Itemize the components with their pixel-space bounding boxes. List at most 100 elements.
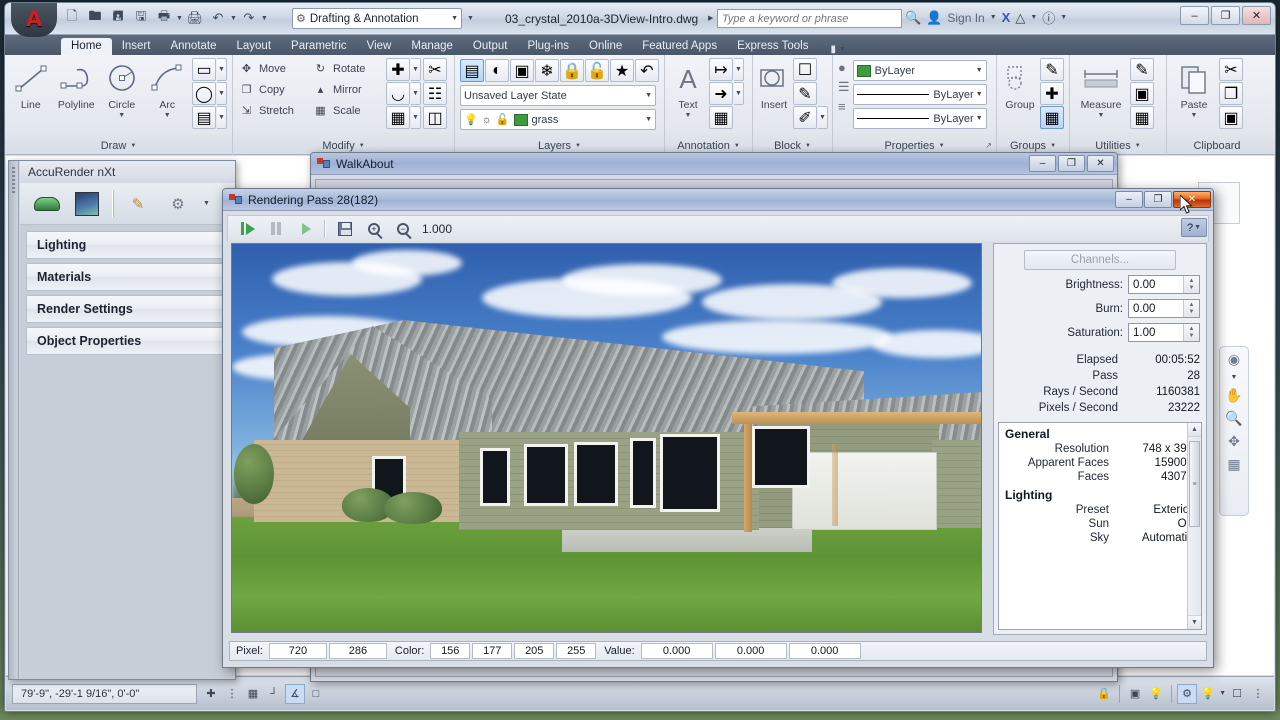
- trim-dropdown-icon[interactable]: ▼: [411, 58, 421, 81]
- binoculars-search-icon[interactable]: 🔍: [905, 10, 921, 26]
- panel-draw-title-bar[interactable]: Draw ▼: [5, 137, 232, 154]
- saturation-stepper[interactable]: 1.00 ▲▼: [1128, 323, 1200, 342]
- array-dropdown-icon[interactable]: ▼: [411, 106, 421, 129]
- section-lighting[interactable]: Lighting: [26, 231, 229, 259]
- hatch-dropdown-icon[interactable]: ▼: [217, 106, 227, 129]
- document-menu-icon[interactable]: ▶: [708, 14, 713, 22]
- layer-thaw-sun-icon[interactable]: ☼: [482, 114, 492, 126]
- text-dropdown-icon[interactable]: ▼: [685, 112, 692, 119]
- render-help-button[interactable]: ? ▼: [1181, 218, 1207, 237]
- chevron-down-icon[interactable]: ▼: [974, 115, 983, 122]
- copy-with-basepoint-icon[interactable]: ▣: [1219, 106, 1243, 129]
- chevron-down-icon[interactable]: ▼: [974, 67, 983, 74]
- chevron-down-icon[interactable]: ▼: [734, 143, 740, 149]
- tree-scrollbar[interactable]: ▲ ≡ ▼: [1187, 423, 1201, 629]
- modify-stretch-button[interactable]: ⇲ Stretch: [238, 100, 310, 121]
- draw-arc-button[interactable]: Arc ▼: [147, 58, 189, 119]
- workspace-switcher-combo[interactable]: ⚙ Drafting & Annotation ▼: [292, 8, 462, 29]
- circle-dropdown-icon[interactable]: ▼: [118, 112, 125, 119]
- draw-polyline-button[interactable]: Polyline: [56, 58, 98, 111]
- modify-rotate-button[interactable]: ↻ Rotate: [312, 58, 384, 79]
- layer-off-icon[interactable]: ◐: [485, 59, 509, 82]
- layer-color-swatch[interactable]: [514, 114, 528, 126]
- stepper-arrows-icon[interactable]: ▲▼: [1183, 276, 1199, 293]
- steering-wheel-icon[interactable]: ◉: [1228, 351, 1240, 368]
- pan-hand-icon[interactable]: ✋: [1225, 387, 1242, 404]
- ortho-mode-icon[interactable]: ┘: [264, 684, 284, 704]
- block-editor-icon[interactable]: ☐: [793, 58, 817, 81]
- settings-gear-icon[interactable]: ⚙: [163, 190, 193, 218]
- layer-state-combo[interactable]: Unsaved Layer State ▼: [460, 85, 656, 106]
- exchange-apps-icon[interactable]: X: [1002, 10, 1011, 25]
- zoom-out-icon[interactable]: −: [393, 219, 413, 239]
- grid-display-icon[interactable]: ▦: [243, 684, 263, 704]
- zoom-in-icon[interactable]: +: [364, 219, 384, 239]
- render-maximize-button[interactable]: ❐: [1144, 191, 1172, 208]
- palette-drag-grip[interactable]: [9, 161, 19, 679]
- autocad-application-menu-button[interactable]: A: [11, 2, 57, 37]
- group-selection-on-icon[interactable]: ▦: [1040, 106, 1064, 129]
- cut-icon[interactable]: ✂: [1219, 58, 1243, 81]
- measure-dropdown-icon[interactable]: ▼: [1098, 112, 1105, 119]
- walkabout-close-button[interactable]: ✕: [1087, 155, 1114, 172]
- rectangle-dropdown-icon[interactable]: ▼: [217, 58, 227, 81]
- scroll-up-icon[interactable]: ▲: [1188, 423, 1201, 437]
- autodesk-360-icon[interactable]: △: [1015, 10, 1025, 26]
- object-snap-icon[interactable]: □: [306, 684, 326, 704]
- array-icon[interactable]: ▦: [386, 106, 410, 129]
- annotation-visibility-icon[interactable]: 💡: [1146, 684, 1166, 704]
- ribbon-overflow-control[interactable]: ▮ ▼: [830, 44, 845, 55]
- walkabout-title-bar[interactable]: WalkAbout – ❐ ✕: [311, 153, 1117, 175]
- annotation-text-button[interactable]: A Text ▼: [670, 58, 706, 119]
- scroll-down-icon[interactable]: ▼: [1188, 615, 1201, 629]
- open-file-icon[interactable]: 🖿: [84, 7, 106, 29]
- qat-overflow-icon[interactable]: ▼: [467, 15, 474, 22]
- channels-button[interactable]: Channels...: [1024, 250, 1176, 270]
- modify-scale-button[interactable]: ▦ Scale: [312, 100, 384, 121]
- dimension-dropdown-icon[interactable]: ▼: [734, 58, 744, 81]
- burn-stepper[interactable]: 0.00 ▲▼: [1128, 299, 1200, 318]
- user-account-icon[interactable]: 👤: [926, 10, 942, 26]
- tab-insert[interactable]: Insert: [112, 38, 161, 55]
- minimize-button[interactable]: –: [1180, 6, 1209, 25]
- clean-screen-icon[interactable]: ☐: [1227, 684, 1247, 704]
- chevron-down-icon[interactable]: ▼: [1219, 690, 1226, 697]
- undo-icon[interactable]: ↶: [207, 7, 229, 29]
- utilities-measure-button[interactable]: Measure ▼: [1075, 58, 1127, 119]
- tab-express-tools[interactable]: Express Tools: [727, 38, 818, 55]
- rectangle-icon[interactable]: ▭: [192, 58, 216, 81]
- render-info-tree[interactable]: General Resolution 748 x 398 Apparent Fa…: [998, 422, 1202, 630]
- tab-manage[interactable]: Manage: [401, 38, 463, 55]
- chevron-down-icon[interactable]: ▼: [575, 143, 581, 149]
- ellipse-dropdown-icon[interactable]: ▼: [217, 82, 227, 105]
- add-to-group-icon[interactable]: ✚: [1040, 82, 1064, 105]
- leader-dropdown-icon[interactable]: ▼: [734, 82, 744, 105]
- walkabout-minimize-button[interactable]: –: [1029, 155, 1056, 172]
- layer-properties-icon[interactable]: ▤: [460, 59, 484, 82]
- close-button[interactable]: ✕: [1242, 6, 1271, 25]
- define-attributes-icon[interactable]: ✎: [793, 82, 817, 105]
- scrollbar-thumb[interactable]: ≡: [1189, 441, 1200, 527]
- chevron-down-icon[interactable]: ▼: [1231, 374, 1238, 381]
- modify-copy-button[interactable]: ❐ Copy: [238, 79, 310, 100]
- save-as-icon[interactable]: 🖫: [130, 7, 152, 29]
- rendered-image[interactable]: [231, 243, 982, 633]
- snap-mode-icon[interactable]: ⋮: [222, 684, 242, 704]
- layer-freeze-icon[interactable]: ❄: [535, 59, 559, 82]
- render-car-icon[interactable]: [32, 190, 62, 218]
- autodesk-360-dropdown-icon[interactable]: ▼: [1030, 14, 1037, 21]
- redo-icon[interactable]: ↷: [238, 7, 260, 29]
- clipboard-paste-button[interactable]: Paste ▼: [1172, 58, 1216, 119]
- render-minimize-button[interactable]: –: [1115, 191, 1143, 208]
- modify-move-button[interactable]: ✥ Move: [238, 58, 310, 79]
- tab-featured-apps[interactable]: Featured Apps: [632, 38, 727, 55]
- save-icon[interactable]: 🖪: [107, 7, 129, 29]
- tab-annotate[interactable]: Annotate: [160, 38, 226, 55]
- chevron-down-icon[interactable]: ▼: [130, 143, 136, 149]
- layer-isolate-icon[interactable]: ▣: [510, 59, 534, 82]
- chevron-down-icon[interactable]: ▼: [449, 15, 458, 22]
- quick-calc-icon[interactable]: ▣: [1130, 82, 1154, 105]
- annotation-scale-lock-icon[interactable]: 🔒: [1094, 684, 1114, 704]
- trim-icon[interactable]: ✚: [386, 58, 410, 81]
- lineweight-combo[interactable]: ByLayer ▼: [853, 84, 987, 105]
